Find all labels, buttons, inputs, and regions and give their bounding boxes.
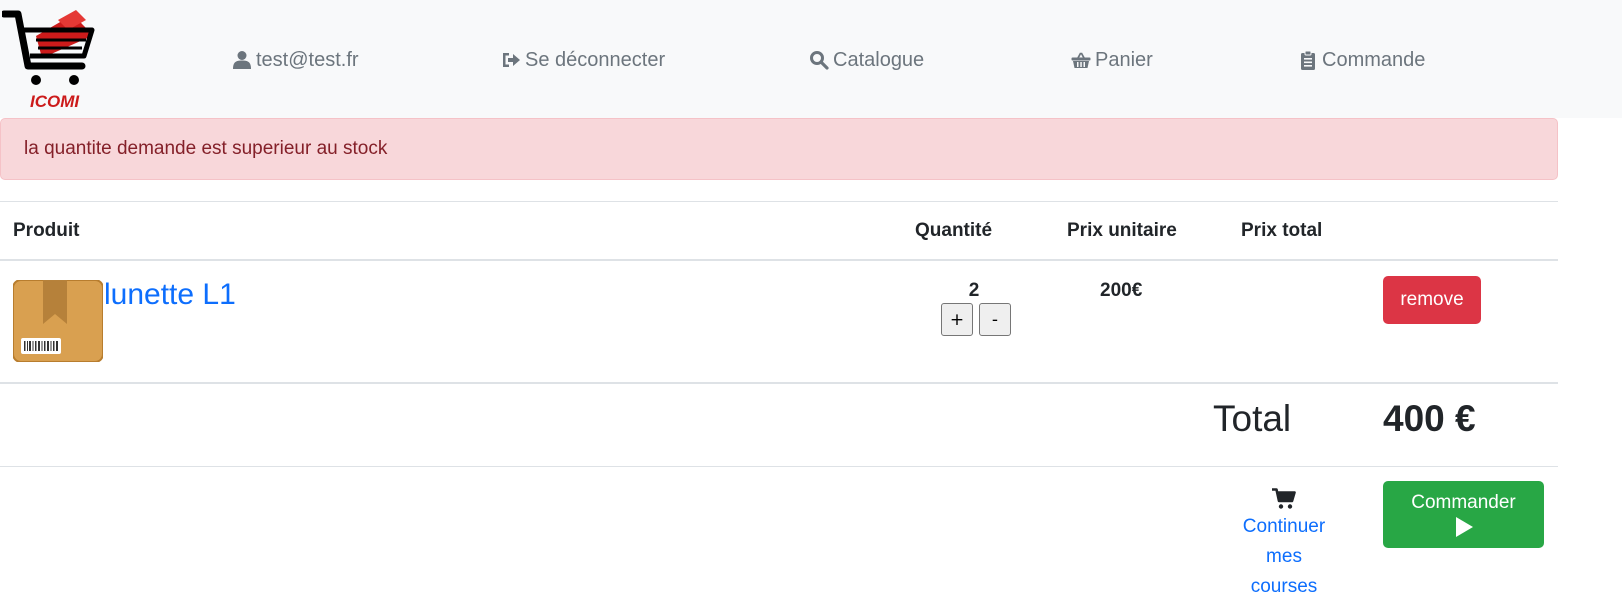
shopping-cart-icon [1272, 488, 1296, 509]
table-top-border [0, 201, 1558, 202]
stock-error-alert: la quantite demande est superieur au sto… [0, 118, 1558, 180]
logo-text: ICOMI [30, 92, 80, 111]
nav-catalogue-label: Catalogue [833, 48, 925, 71]
nav-catalogue[interactable]: Catalogue [809, 45, 924, 75]
nav-logout[interactable]: Se déconnecter [501, 45, 665, 75]
product-link[interactable]: lunette L1 [104, 278, 236, 312]
search-icon [810, 51, 829, 70]
user-icon [233, 51, 251, 69]
nav-panier-label: Panier [1095, 48, 1153, 71]
clipboard-icon [1301, 50, 1315, 70]
row-divider [0, 382, 1558, 384]
header-produit: Produit [13, 220, 80, 241]
remove-button[interactable]: remove [1383, 276, 1481, 324]
navbar: ICOMI test@test.fr Se déconnecter Catalo… [0, 0, 1622, 118]
total-label: Total [1213, 398, 1292, 439]
play-icon [1455, 516, 1473, 537]
quantity-value: 2 [968, 280, 980, 301]
total-value: 400 € [1383, 398, 1476, 439]
total-divider [0, 466, 1558, 467]
basket-icon [1071, 52, 1091, 68]
header-prix-unitaire: Prix unitaire [1067, 220, 1177, 241]
logo[interactable]: ICOMI [0, 6, 98, 111]
sign-out-icon [503, 53, 520, 67]
shopping-cart-logo-icon [0, 10, 95, 85]
nav-user[interactable]: test@test.fr [232, 45, 359, 75]
nav-commande-label: Commande [1322, 48, 1426, 71]
nav-user-label: test@test.fr [256, 48, 359, 71]
commander-button[interactable]: Commander [1383, 481, 1544, 548]
header-quantite: Quantité [915, 220, 993, 241]
product-box-icon [13, 280, 103, 362]
unit-price: 200€ [1100, 280, 1143, 301]
nav-commande[interactable]: Commande [1298, 45, 1425, 75]
nav-logout-label: Se déconnecter [525, 48, 666, 71]
header-divider [0, 259, 1558, 261]
quantity-increase-button[interactable]: + [941, 303, 973, 336]
continue-shopping-link[interactable]: Continuer mes courses [1232, 488, 1336, 602]
commander-label: Commander [1411, 491, 1516, 513]
alert-message: la quantite demande est superieur au sto… [24, 138, 388, 159]
nav-panier[interactable]: Panier [1071, 45, 1153, 75]
header-prix-total: Prix total [1241, 220, 1323, 241]
continue-shopping-label: Continuer mes courses [1242, 516, 1326, 597]
quantity-decrease-button[interactable]: - [979, 303, 1011, 336]
